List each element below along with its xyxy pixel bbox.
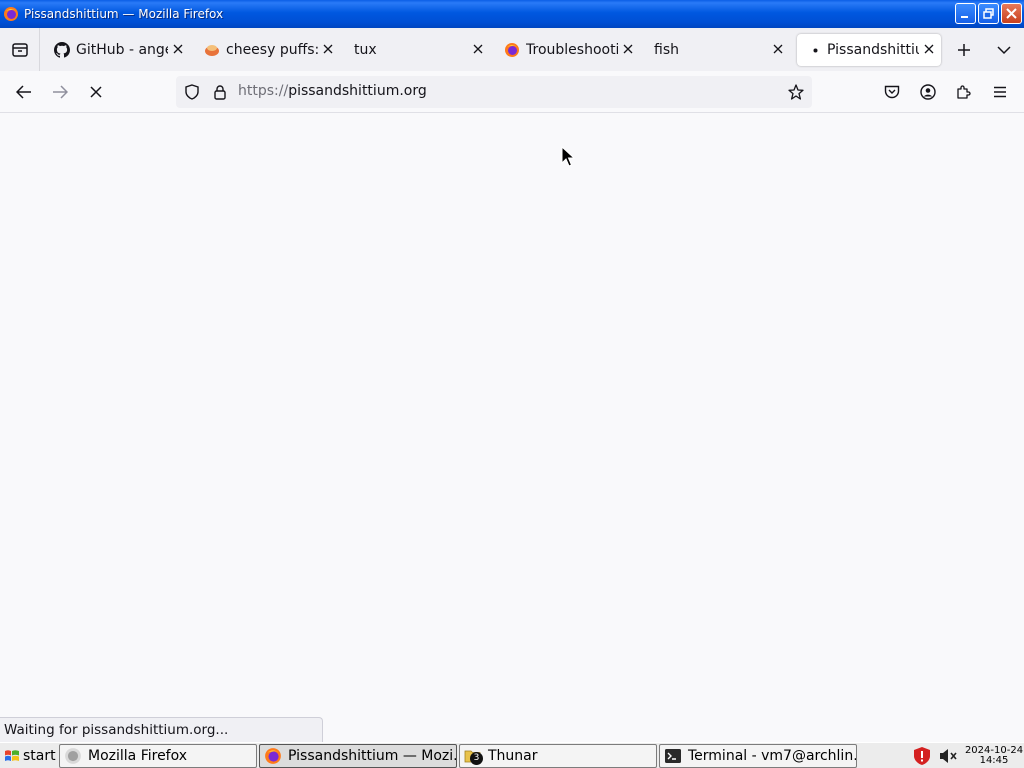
- extensions-button[interactable]: [948, 76, 980, 108]
- taskbar-item-label: Mozilla Firefox: [88, 748, 188, 764]
- close-icon: [623, 44, 633, 54]
- forward-arrow-icon: [53, 85, 68, 99]
- firefox-view-icon: [11, 42, 28, 57]
- hamburger-menu-icon: [994, 86, 1006, 98]
- firefox-view-button[interactable]: [0, 28, 40, 71]
- taskbar-item-terminal[interactable]: Terminal - vm7@archlin...: [659, 744, 857, 768]
- tab-close-button[interactable]: [170, 41, 186, 57]
- taskbar-item-label: Terminal - vm7@archlin...: [688, 748, 857, 764]
- close-icon: [1006, 8, 1017, 19]
- tab-tux[interactable]: tux: [348, 34, 490, 66]
- windows-logo-icon: [5, 750, 19, 761]
- security-alert-icon[interactable]: [912, 746, 932, 766]
- plus-icon: [958, 44, 970, 56]
- group-count-badge: 3: [470, 752, 483, 765]
- clock-time: 14:45: [979, 755, 1009, 766]
- taskbar-item-label: Pissandshittium — Mozi...: [288, 748, 457, 764]
- system-tray: 2024-10-24 14:45: [912, 744, 1024, 768]
- tab-label: GitHub - ange: [76, 42, 168, 58]
- window-titlebar[interactable]: Pissandshittium — Mozilla Firefox: [0, 0, 1024, 28]
- site-info-button[interactable]: [204, 76, 236, 108]
- new-tab-button[interactable]: [948, 34, 980, 66]
- taskbar-item-thunar[interactable]: 3 Thunar: [459, 744, 657, 768]
- forward-button[interactable]: [44, 76, 76, 108]
- tab-label: Pissandshittiur: [827, 42, 919, 58]
- tab-troubleshooting[interactable]: Troubleshootin: [498, 34, 640, 66]
- github-icon: [54, 42, 70, 58]
- tab-cheesy-puffs[interactable]: cheesy puffs:: [198, 34, 340, 66]
- tab-label: tux: [354, 42, 377, 58]
- tab-close-button[interactable]: [620, 41, 636, 57]
- taskbar-item-label: Thunar: [488, 748, 538, 764]
- url-text[interactable]: https://pissandshittium.org: [238, 83, 427, 99]
- tab-label: cheesy puffs:: [226, 42, 318, 58]
- minimize-icon: [961, 16, 968, 18]
- folder-icon: 3: [464, 747, 483, 765]
- shield-icon: [185, 84, 199, 100]
- clock[interactable]: 2024-10-24 14:45: [964, 746, 1024, 766]
- close-icon: [773, 44, 783, 54]
- tab-close-button[interactable]: [470, 41, 486, 57]
- terminal-icon: [665, 749, 681, 763]
- taskbar-item-pissandshittium[interactable]: Pissandshittium — Mozi...: [259, 744, 457, 768]
- account-button[interactable]: [912, 76, 944, 108]
- window-title: Pissandshittium — Mozilla Firefox: [24, 7, 224, 21]
- cheesy-puffs-icon: [205, 45, 219, 56]
- mouse-cursor-icon: [561, 146, 575, 167]
- start-button[interactable]: start: [1, 744, 57, 768]
- pocket-button[interactable]: [876, 76, 908, 108]
- restore-icon: [983, 8, 994, 19]
- tab-close-button[interactable]: [320, 41, 336, 57]
- volume-muted-icon[interactable]: [938, 747, 958, 765]
- taskbar: start Mozilla Firefox Pissandshittium — …: [0, 742, 1024, 768]
- list-all-tabs-button[interactable]: [988, 34, 1020, 66]
- tab-close-button[interactable]: [770, 41, 786, 57]
- app-menu-button[interactable]: [984, 76, 1016, 108]
- firefox-icon: [65, 748, 81, 764]
- account-icon: [920, 84, 936, 100]
- tab-close-button[interactable]: [921, 41, 937, 57]
- minimize-button[interactable]: [955, 3, 976, 24]
- close-icon: [323, 44, 333, 54]
- status-panel: Waiting for pissandshittium.org...: [0, 717, 323, 742]
- tab-github[interactable]: GitHub - ange: [48, 34, 190, 66]
- stop-button[interactable]: [80, 76, 112, 108]
- url-scheme: https://: [238, 83, 289, 99]
- url-host: pissandshittium.org: [288, 83, 427, 99]
- puzzle-icon: [957, 85, 971, 99]
- taskbar-item-mozilla-firefox[interactable]: Mozilla Firefox: [59, 744, 257, 768]
- close-window-button[interactable]: [1001, 3, 1022, 24]
- tab-label: Troubleshootin: [526, 42, 618, 58]
- loading-dot-icon: [807, 48, 823, 53]
- chevron-down-icon: [997, 46, 1011, 55]
- restore-button[interactable]: [978, 3, 999, 24]
- close-icon: [473, 44, 483, 54]
- firefox-icon: [505, 43, 519, 57]
- back-button[interactable]: [8, 76, 40, 108]
- back-arrow-icon: [16, 85, 31, 99]
- firefox-icon: [4, 7, 18, 21]
- tab-label: fish: [654, 42, 679, 58]
- page-content-area[interactable]: [0, 114, 1024, 742]
- pocket-icon: [884, 85, 900, 98]
- tab-fish[interactable]: fish: [648, 34, 790, 66]
- start-label: start: [23, 748, 56, 764]
- tab-pissandshittium[interactable]: Pissandshittiur: [797, 34, 941, 66]
- firefox-icon: [265, 748, 281, 764]
- close-icon: [924, 44, 934, 54]
- lock-icon: [214, 85, 226, 100]
- stop-icon: [90, 86, 102, 98]
- star-icon: [788, 84, 804, 100]
- bookmark-button[interactable]: [780, 76, 812, 108]
- close-icon: [173, 44, 183, 54]
